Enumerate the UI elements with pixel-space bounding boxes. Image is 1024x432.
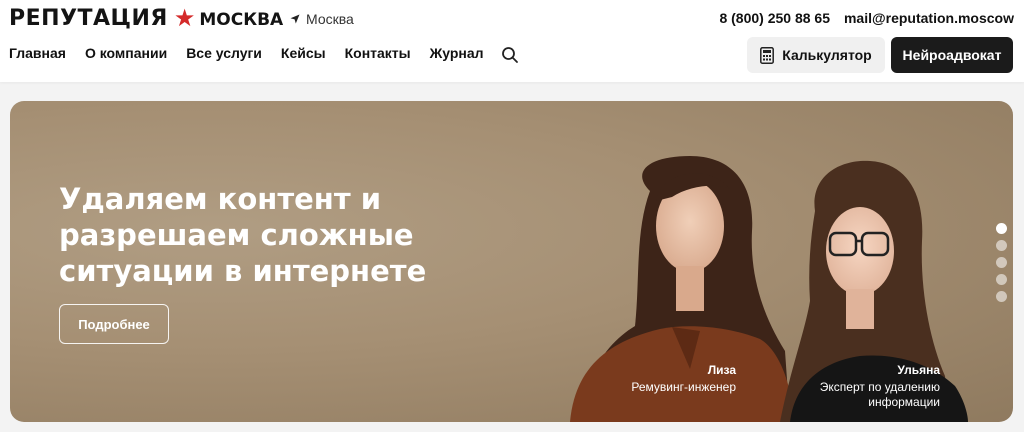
hero-banner: Удаляем контент и разрешаем сложные ситу… [10, 101, 1013, 422]
person-name-liza: Лиза [707, 363, 736, 377]
site-header: РЕПУТАЦИЯ ★ МОСКВА Москва 8 (800) 250 88… [0, 0, 1024, 82]
more-button[interactable]: Подробнее [59, 304, 169, 344]
calculator-button[interactable]: Калькулятор [747, 37, 885, 73]
neuro-lawyer-button[interactable]: Нейроадвокат [891, 37, 1013, 73]
main-nav: Главная О компании Все услуги Кейсы Конт… [9, 45, 484, 61]
location-arrow-icon [290, 14, 300, 24]
city-selector[interactable]: Москва [290, 11, 354, 27]
more-button-label: Подробнее [78, 316, 150, 332]
phone-link[interactable]: 8 (800) 250 88 65 [719, 10, 830, 26]
slider-dot[interactable] [996, 257, 1007, 268]
logo[interactable]: РЕПУТАЦИЯ ★ МОСКВА [9, 6, 283, 31]
nav-item-home[interactable]: Главная [9, 45, 66, 61]
star-icon: ★ [173, 4, 196, 32]
calculator-icon [760, 46, 775, 64]
slider-dot[interactable] [996, 223, 1007, 234]
slider-pagination [996, 223, 1007, 302]
slider-dot[interactable] [996, 240, 1007, 251]
logo-text: РЕПУТАЦИЯ [9, 6, 168, 31]
hero-title: Удаляем контент и разрешаем сложные ситу… [59, 182, 427, 288]
city-label: Москва [306, 11, 354, 27]
nav-item-contacts[interactable]: Контакты [345, 45, 411, 61]
neuro-lawyer-label: Нейроадвокат [902, 47, 1002, 63]
search-icon[interactable] [501, 46, 519, 64]
logo-city-text: МОСКВА [199, 9, 284, 30]
nav-item-about[interactable]: О компании [85, 45, 167, 61]
header-contacts: 8 (800) 250 88 65 mail@reputation.moscow [719, 10, 1014, 26]
email-link[interactable]: mail@reputation.moscow [844, 10, 1014, 26]
slider-dot[interactable] [996, 291, 1007, 302]
nav-item-services[interactable]: Все услуги [186, 45, 262, 61]
nav-item-journal[interactable]: Журнал [430, 45, 484, 61]
person-role-ulyana: Эксперт по удалению информации [819, 380, 940, 409]
slider-dot[interactable] [996, 274, 1007, 285]
person-role-liza: Ремувинг-инженер [631, 380, 736, 394]
calculator-label: Калькулятор [782, 47, 872, 63]
person-name-ulyana: Ульяна [897, 363, 940, 377]
nav-item-cases[interactable]: Кейсы [281, 45, 326, 61]
